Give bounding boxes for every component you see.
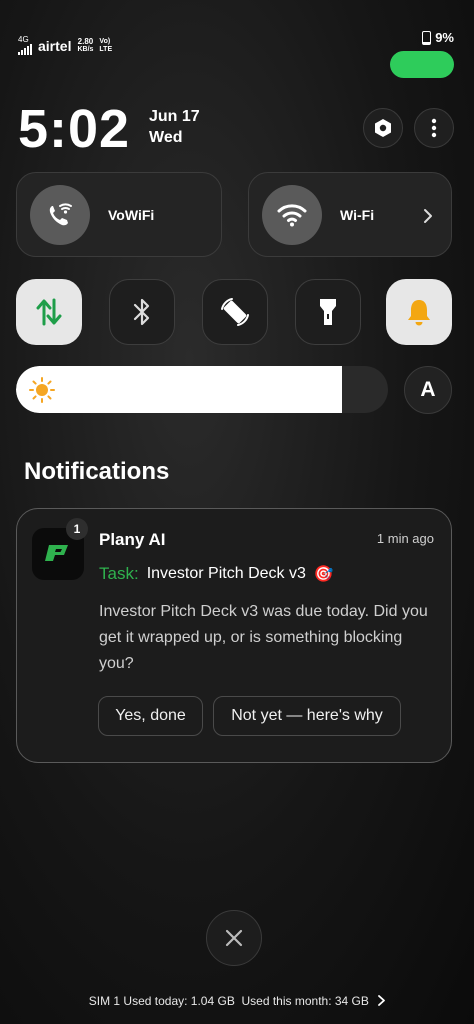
chevron-right-icon[interactable]	[423, 208, 433, 224]
brightness-slider[interactable]	[16, 366, 388, 413]
flashlight-toggle[interactable]	[295, 279, 361, 345]
status-bar-right: 9%	[422, 30, 454, 45]
ongoing-call-pill[interactable]	[390, 51, 454, 78]
volte-indicator: Vo) LTE	[99, 38, 112, 54]
volte-line-2: LTE	[99, 45, 113, 53]
flashlight-icon	[320, 299, 336, 325]
vowifi-label: VoWiFi	[108, 206, 155, 223]
clear-all-button[interactable]	[206, 910, 262, 966]
auto-brightness-button[interactable]: A	[404, 366, 452, 414]
data-usage-footer[interactable]: SIM 1 Used today: 1.04 GB Used this mont…	[0, 994, 474, 1008]
vowifi-icon-circle	[30, 184, 90, 245]
mobile-data-toggle[interactable]	[16, 279, 82, 345]
notification-app-name: Plany AI	[99, 530, 166, 549]
plany-logo-icon	[45, 545, 68, 561]
hexagon-settings-icon	[375, 119, 391, 137]
settings-button[interactable]	[363, 108, 403, 148]
wifi-label: Wi-Fi	[340, 206, 375, 223]
day-label: Wed	[149, 129, 183, 146]
bluetooth-toggle[interactable]	[109, 279, 175, 345]
bluetooth-icon	[133, 298, 150, 326]
notification-body: Investor Pitch Deck v3 was due today. Di…	[99, 603, 428, 672]
notifications-heading: Notifications	[24, 458, 170, 485]
task-label: Task:	[99, 564, 139, 583]
notification-time: 1 min ago	[376, 531, 434, 546]
clock[interactable]: 5:02	[18, 98, 130, 160]
battery-percent: 9%	[435, 30, 454, 45]
signal-indicator: 4G	[18, 36, 32, 55]
status-bar-left: 4G airtel 2.80 KB/s Vo) LTE	[18, 36, 112, 55]
network-type: 4G	[18, 35, 29, 44]
wifi-tile[interactable]: Wi-Fi	[248, 172, 452, 257]
data-usage-text: SIM 1 Used today: 1.04 GB Used this mont…	[88, 994, 369, 1008]
chevron-right-icon	[378, 995, 386, 1006]
date-block[interactable]: Jun 17 Wed	[149, 106, 200, 148]
speed-unit: KB/s	[77, 45, 94, 53]
date-label: Jun 17	[149, 108, 200, 125]
battery-icon	[422, 30, 432, 45]
target-emoji-icon: 🎯	[313, 566, 334, 583]
wifi-calling-icon	[49, 203, 72, 225]
network-speed: 2.80 KB/s	[77, 36, 94, 54]
yes-done-button[interactable]: Yes, done	[98, 696, 203, 736]
task-title: Investor Pitch Deck v3	[146, 565, 306, 582]
sound-toggle[interactable]	[386, 279, 452, 345]
sun-icon	[29, 377, 55, 403]
signal-bars-icon	[18, 44, 32, 55]
more-options-button[interactable]	[414, 108, 454, 148]
data-arrows-icon	[36, 298, 62, 326]
rotate-icon	[221, 298, 249, 326]
vowifi-tile[interactable]: VoWiFi	[16, 172, 222, 257]
not-yet-button[interactable]: Not yet — here's why	[213, 696, 401, 736]
auto-rotate-toggle[interactable]	[202, 279, 268, 345]
wifi-icon-circle	[262, 184, 322, 245]
wifi-icon	[277, 203, 307, 226]
bell-icon	[408, 300, 430, 326]
more-vertical-icon	[431, 118, 437, 138]
notification-title: Task: Investor Pitch Deck v3 🎯	[99, 564, 334, 584]
speed-value: 2.80	[77, 36, 94, 46]
volte-line-1: Vo)	[99, 37, 111, 45]
brightness-fill	[16, 366, 342, 413]
notification-count-badge: 1	[66, 518, 88, 540]
close-icon	[225, 929, 243, 947]
carrier-name: airtel	[38, 37, 72, 54]
